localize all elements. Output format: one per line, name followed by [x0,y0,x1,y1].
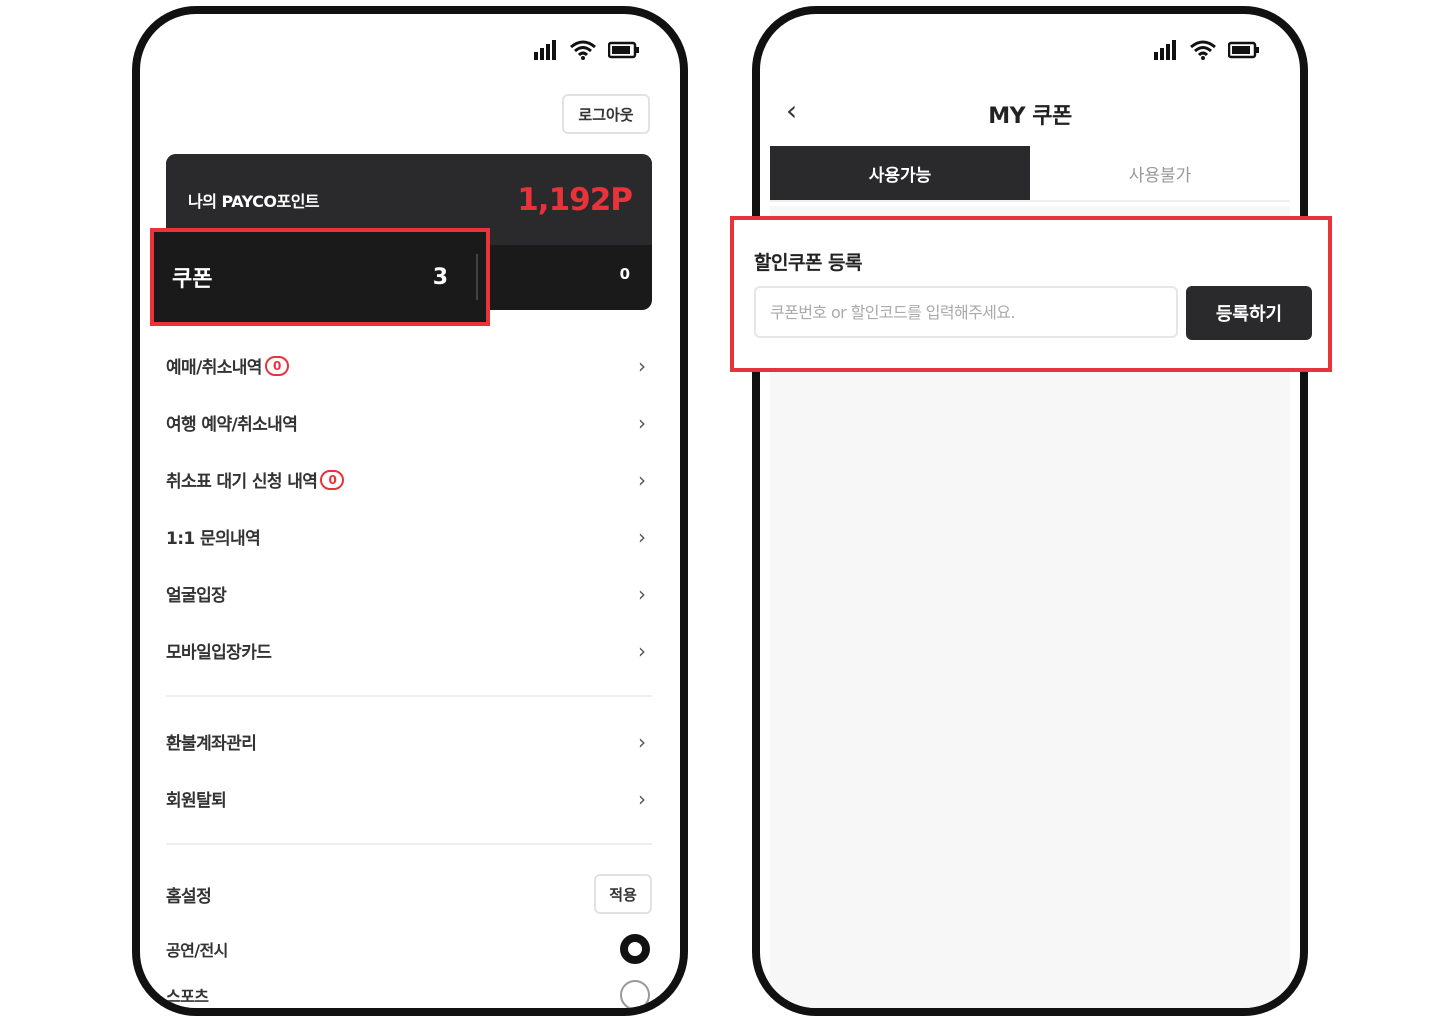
phone-right: ‹ MY 쿠폰 사용가능 사용불가 [752,6,1308,1016]
status-bar [534,40,640,60]
menu-item-label: 취소표 대기 신청 내역 [166,472,318,492]
menu-item-label: 1:1 문의내역 [166,529,261,549]
points-label: 나의 PAYCO포인트 [188,191,320,211]
signal-icon [1154,40,1176,60]
chevron-right-icon: › [638,467,646,492]
other-count[interactable]: 0 [620,265,630,283]
menu-item-waitlist-history[interactable]: 취소표 대기 신청 내역 0 › [166,451,652,508]
wifi-icon [1190,40,1216,60]
apply-button[interactable]: 적용 [594,874,652,914]
register-button[interactable]: 등록하기 [1186,286,1312,340]
chevron-right-icon: › [638,581,646,606]
points-value: 1,192P [517,181,633,218]
divider [476,254,478,300]
divider [166,843,652,845]
home-option-performance[interactable]: 공연/전시 [166,932,652,966]
home-setting-row: 홈설정 적용 [166,872,652,916]
menu-item-booking-history[interactable]: 예매/취소내역 0 › [166,337,652,394]
battery-icon [608,41,639,59]
logout-button[interactable]: 로그아웃 [562,94,650,134]
menu-item-mobile-entry-card[interactable]: 모바일입장카드 › [166,622,652,679]
menu-item-label: 모바일입장카드 [166,643,272,663]
status-bar [1154,40,1260,60]
count-badge: 0 [264,355,289,376]
register-title: 할인쿠폰 등록 [754,252,863,274]
coupon-highlight[interactable]: 쿠폰 3 [150,228,490,326]
menu-item-withdraw[interactable]: 회원탈퇴 › [166,770,652,827]
chevron-right-icon: › [638,638,646,663]
menu-item-refund-account[interactable]: 환불계좌관리 › [166,713,652,770]
tab-unavailable[interactable]: 사용불가 [1030,146,1290,200]
signal-icon [534,40,556,60]
menu-item-label: 환불계좌관리 [166,734,257,754]
home-option-sports[interactable]: 스포츠 [166,978,652,1008]
count-badge: 0 [320,469,345,490]
divider [166,695,652,697]
home-option-label: 공연/전시 [166,941,228,960]
radio-selected-icon[interactable] [620,934,650,964]
menu-item-label: 회원탈퇴 [166,791,227,811]
menu-list: 예매/취소내역 0 › 여행 예약/취소내역 › 취소표 대기 신청 내역 0 › … [166,337,652,861]
chevron-right-icon: › [638,786,646,811]
wifi-icon [570,40,596,60]
radio-unselected-icon[interactable] [620,980,650,1008]
tab-available[interactable]: 사용가능 [770,146,1030,200]
header: ‹ MY 쿠폰 [760,88,1300,144]
battery-icon [1228,41,1259,59]
home-option-label: 스포츠 [166,987,209,1006]
menu-item-label: 얼굴입장 [166,586,227,606]
coupon-tabs: 사용가능 사용불가 [770,146,1290,202]
chevron-right-icon: › [638,410,646,435]
menu-item-label: 예매/취소내역 [166,358,262,378]
menu-item-inquiry-history[interactable]: 1:1 문의내역 › [166,508,652,565]
chevron-right-icon: › [638,353,646,378]
chevron-right-icon: › [638,729,646,754]
menu-item-face-entry[interactable]: 얼굴입장 › [166,565,652,622]
coupon-register-highlight: 할인쿠폰 등록 등록하기 [730,216,1332,372]
home-setting-label: 홈설정 [166,886,212,907]
coupon-count: 3 [432,264,448,290]
page-title: MY 쿠폰 [988,104,1072,129]
coupon-label: 쿠폰 [172,267,213,292]
chevron-right-icon: › [638,524,646,549]
coupon-code-input[interactable] [754,286,1178,338]
menu-item-travel-history[interactable]: 여행 예약/취소내역 › [166,394,652,451]
phone-left: 로그아웃 나의 PAYCO포인트 1,192P 0 예매/취소내역 0 › 여행 … [132,6,688,1016]
menu-item-label: 여행 예약/취소내역 [166,415,298,435]
